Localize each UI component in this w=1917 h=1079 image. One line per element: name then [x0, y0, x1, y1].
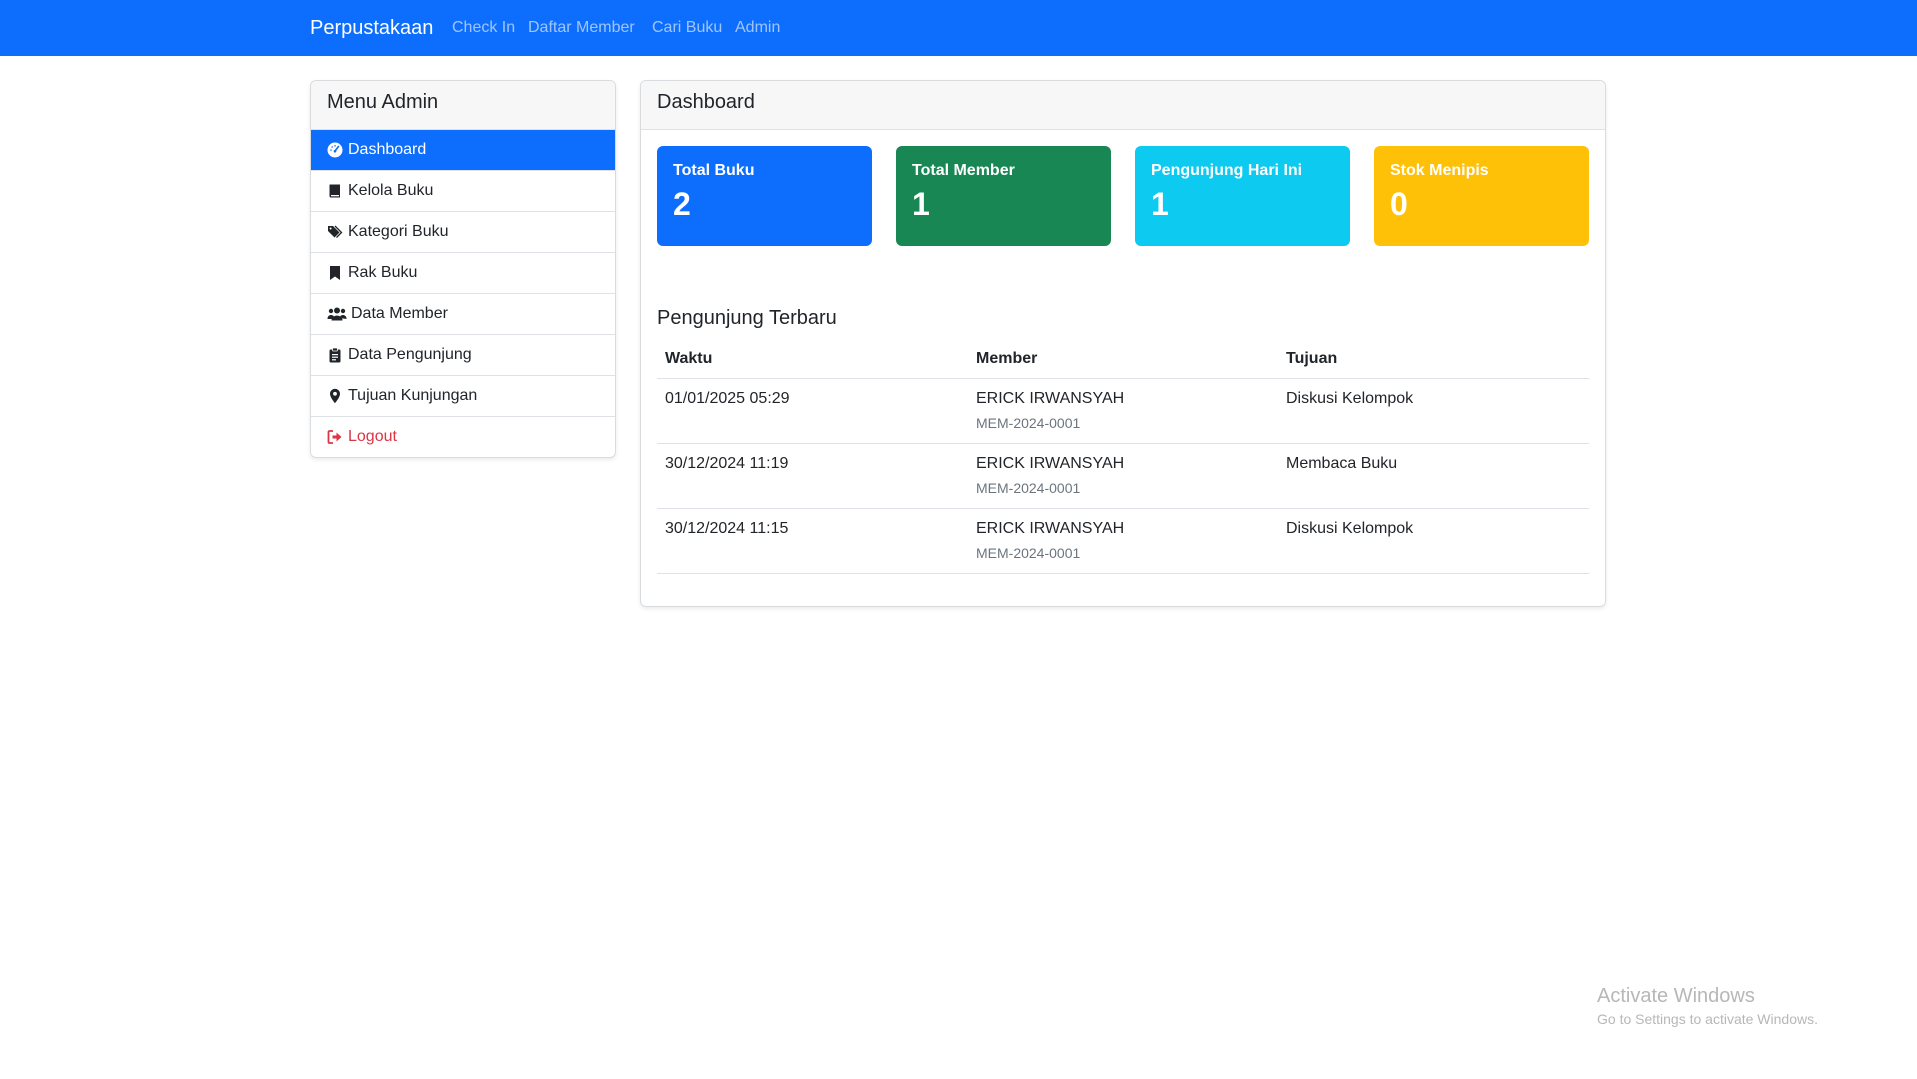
member-id: MEM-2024-0001 — [976, 545, 1081, 561]
member-name: ERICK IRWANSYAH — [976, 455, 1125, 472]
menu-item-data-member[interactable]: Data Member — [311, 294, 615, 335]
column-header-tujuan: Tujuan — [1286, 350, 1338, 367]
stat-card-stok-menipis: Stok Menipis 0 — [1374, 146, 1589, 246]
table-row: 30/12/2024 11:19 ERICK IRWANSYAH MEM-202… — [657, 443, 1589, 508]
nav-link-cari-buku[interactable]: Cari Buku — [652, 19, 722, 37]
nav-link-daftar-member[interactable]: Daftar Member — [528, 19, 635, 37]
menu-item-label: Kelola Buku — [348, 182, 434, 199]
table-row: 30/12/2024 11:15 ERICK IRWANSYAH MEM-202… — [657, 508, 1589, 573]
menu-item-label: Kategori Buku — [348, 223, 449, 240]
admin-menu-title: Menu Admin — [311, 81, 615, 130]
visit-time: 30/12/2024 11:19 — [665, 455, 789, 472]
visit-purpose: Diskusi Kelompok — [1286, 520, 1414, 537]
recent-visitors-title: Pengunjung Terbaru — [657, 307, 837, 329]
visit-purpose: Diskusi Kelompok — [1286, 390, 1414, 407]
stat-label: Pengunjung Hari Ini — [1151, 162, 1303, 179]
clipboard-icon — [327, 346, 345, 364]
stat-value: 2 — [673, 186, 691, 222]
menu-item-label: Data Member — [351, 305, 448, 322]
stat-value: 1 — [1151, 186, 1169, 222]
menu-item-label: Tujuan Kunjungan — [348, 387, 478, 404]
menu-item-label: Rak Buku — [348, 264, 418, 281]
menu-item-logout[interactable]: Logout — [311, 417, 615, 457]
column-header-member: Member — [976, 350, 1038, 367]
table-bottom-border — [657, 573, 1589, 574]
member-name: ERICK IRWANSYAH — [976, 390, 1125, 407]
menu-item-kategori-buku[interactable]: Kategori Buku — [311, 212, 615, 253]
bookmark-icon — [327, 264, 345, 282]
menu-item-label: Logout — [348, 428, 397, 445]
activate-windows-subtitle: Go to Settings to activate Windows. — [1597, 1011, 1818, 1027]
visit-time: 30/12/2024 11:15 — [665, 520, 789, 537]
stat-label: Total Buku — [673, 162, 755, 179]
nav-link-check-in[interactable]: Check In — [452, 19, 515, 37]
map-marker-icon — [327, 387, 345, 405]
gauge-icon — [327, 141, 345, 159]
table-row: 01/01/2025 05:29 ERICK IRWANSYAH MEM-202… — [657, 378, 1589, 443]
sign-out-icon — [327, 428, 345, 446]
dashboard-title: Dashboard — [641, 81, 1605, 130]
nav-link-admin[interactable]: Admin — [735, 19, 780, 37]
column-header-waktu: Waktu — [665, 350, 713, 367]
activate-windows-title: Activate Windows — [1597, 985, 1755, 1007]
menu-item-label: Dashboard — [348, 141, 427, 158]
member-name: ERICK IRWANSYAH — [976, 520, 1125, 537]
navbar-brand[interactable]: Perpustakaan — [310, 17, 433, 40]
menu-item-rak-buku[interactable]: Rak Buku — [311, 253, 615, 294]
stat-card-total-member: Total Member 1 — [896, 146, 1111, 246]
visit-purpose: Membaca Buku — [1286, 455, 1398, 472]
menu-item-kelola-buku[interactable]: Kelola Buku — [311, 171, 615, 212]
menu-item-tujuan-kunjungan[interactable]: Tujuan Kunjungan — [311, 376, 615, 417]
member-id: MEM-2024-0001 — [976, 480, 1081, 496]
stat-label: Stok Menipis — [1390, 162, 1489, 179]
stat-label: Total Member — [912, 162, 1015, 179]
admin-menu-card: Menu Admin Dashboard Kelola Buku Kategor… — [310, 80, 616, 458]
menu-item-label: Data Pengunjung — [348, 346, 472, 363]
menu-item-data-pengunjung[interactable]: Data Pengunjung — [311, 335, 615, 376]
tags-icon — [327, 223, 345, 241]
stat-card-pengunjung-hari-ini: Pengunjung Hari Ini 1 — [1135, 146, 1350, 246]
book-icon — [327, 182, 345, 200]
stat-value: 0 — [1390, 186, 1408, 222]
member-id: MEM-2024-0001 — [976, 415, 1081, 431]
stat-card-total-buku: Total Buku 2 — [657, 146, 872, 246]
menu-item-dashboard[interactable]: Dashboard — [311, 130, 615, 171]
top-navbar: Perpustakaan Check In Daftar Member Cari… — [0, 0, 1917, 56]
visit-time: 01/01/2025 05:29 — [665, 390, 790, 407]
users-icon — [327, 305, 348, 323]
stat-value: 1 — [912, 186, 930, 222]
